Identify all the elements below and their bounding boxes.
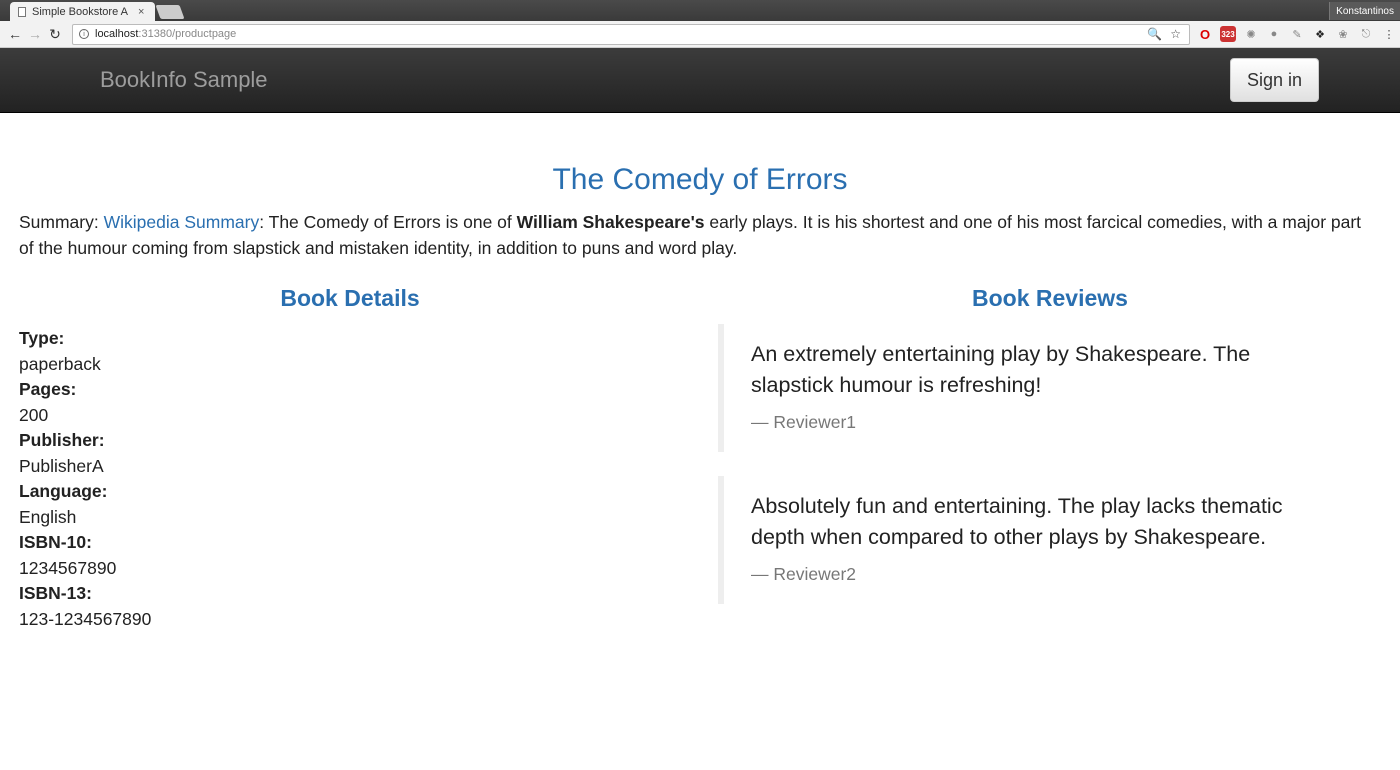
book-reviews-heading: Book Reviews bbox=[972, 285, 1128, 311]
page-icon bbox=[18, 6, 26, 17]
edit-extension-icon[interactable]: ✎ bbox=[1289, 26, 1305, 42]
url-path: :31380/productpage bbox=[138, 28, 237, 40]
detail-label-isbn10: ISBN-10: bbox=[19, 532, 92, 552]
close-tab-icon[interactable]: × bbox=[138, 6, 144, 18]
reload-icon[interactable]: ↻ bbox=[46, 25, 64, 43]
browser-tab[interactable]: Simple Bookstore A × bbox=[10, 2, 155, 21]
opera-extension-icon[interactable]: O bbox=[1197, 26, 1213, 42]
review-item: An extremely entertaining play by Shakes… bbox=[718, 324, 1338, 452]
gmail-extension-icon[interactable]: 323 bbox=[1220, 26, 1236, 42]
detail-value-isbn10: 1234567890 bbox=[19, 557, 117, 578]
back-icon[interactable]: ← bbox=[6, 25, 24, 43]
sign-in-button[interactable]: Sign in bbox=[1230, 58, 1319, 102]
forward-icon[interactable]: → bbox=[26, 25, 44, 43]
info-icon[interactable]: i bbox=[79, 29, 89, 39]
wikipedia-summary-link[interactable]: Wikipedia Summary bbox=[104, 212, 260, 232]
review-text: Absolutely fun and entertaining. The pla… bbox=[751, 494, 1283, 549]
tab-title: Simple Bookstore A bbox=[32, 5, 128, 18]
profile-button[interactable]: Konstantinos bbox=[1329, 2, 1400, 20]
browser-tab-bar: Simple Bookstore A × Konstantinos bbox=[0, 0, 1400, 21]
reader-extension-icon[interactable]: ❖ bbox=[1312, 26, 1328, 42]
detail-label-type: Type: bbox=[19, 328, 65, 348]
leaf-extension-icon[interactable]: ❀ bbox=[1335, 26, 1351, 42]
detail-label-pages: Pages: bbox=[19, 379, 77, 399]
url-host: localhost bbox=[95, 28, 139, 40]
power-extension-icon[interactable]: ⎋ bbox=[1358, 26, 1374, 42]
book-details-list: Type: paperback Pages: 200 Publisher: Pu… bbox=[19, 326, 151, 632]
review-item: Absolutely fun and entertaining. The pla… bbox=[718, 476, 1338, 604]
extension-icon[interactable]: ✺ bbox=[1243, 26, 1259, 42]
summary-author: William Shakespeare's bbox=[516, 212, 705, 232]
page-title: The Comedy of Errors bbox=[552, 163, 848, 196]
detail-label-isbn13: ISBN-13: bbox=[19, 583, 92, 603]
app-navbar: BookInfo Sample Sign in bbox=[0, 48, 1400, 113]
detail-value-type: paperback bbox=[19, 353, 101, 374]
summary-text: : The Comedy of Errors is one of bbox=[259, 212, 517, 232]
brand-link[interactable]: BookInfo Sample bbox=[100, 67, 268, 93]
review-author: — Reviewer2 bbox=[751, 564, 857, 584]
detail-label-language: Language: bbox=[19, 481, 108, 501]
bookmark-star-icon[interactable]: ☆ bbox=[1170, 27, 1181, 41]
zoom-icon[interactable]: 🔍 bbox=[1147, 27, 1162, 41]
shield-extension-icon[interactable]: ● bbox=[1266, 26, 1282, 42]
detail-value-language: English bbox=[19, 506, 77, 527]
book-details-heading: Book Details bbox=[280, 285, 420, 311]
new-tab-button[interactable] bbox=[155, 5, 185, 19]
detail-value-isbn13: 123-1234567890 bbox=[19, 608, 152, 629]
browser-toolbar: ← → ↻ i localhost:31380/productpage 🔍 ☆ … bbox=[0, 21, 1400, 48]
summary-prefix: Summary: bbox=[19, 212, 104, 232]
detail-label-publisher: Publisher: bbox=[19, 430, 105, 450]
menu-icon[interactable]: ⋮ bbox=[1381, 26, 1397, 42]
review-author: — Reviewer1 bbox=[751, 412, 857, 432]
review-text: An extremely entertaining play by Shakes… bbox=[751, 342, 1251, 397]
detail-value-publisher: PublisherA bbox=[19, 455, 104, 476]
detail-value-pages: 200 bbox=[19, 404, 49, 425]
address-bar[interactable]: i localhost:31380/productpage 🔍 ☆ bbox=[72, 23, 1190, 45]
book-summary: Summary: Wikipedia Summary: The Comedy o… bbox=[19, 210, 1379, 261]
